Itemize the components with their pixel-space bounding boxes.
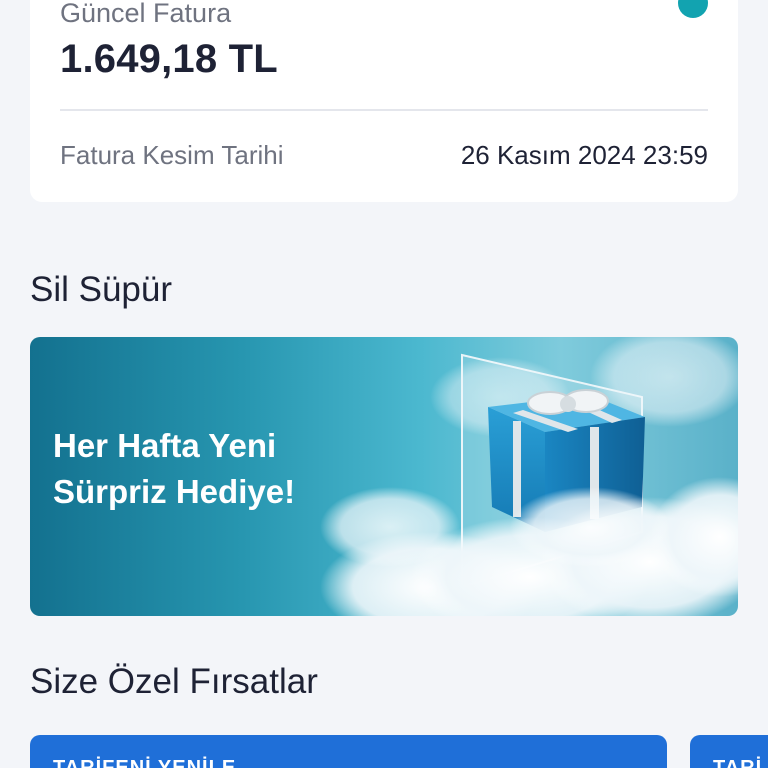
info-icon[interactable]	[678, 0, 708, 18]
banner-line-2: Sürpriz Hediye!	[53, 473, 296, 510]
offer-card-label: TARİ	[713, 757, 763, 768]
section-title-offers: Size Özel Fırsatlar	[30, 662, 318, 701]
offer-card-second[interactable]: TARİ	[690, 735, 768, 768]
current-invoice-card[interactable]: Güncel Fatura 1.649,18 TL Fatura Kesim T…	[30, 0, 738, 202]
cut-date-label: Fatura Kesim Tarihi	[60, 140, 284, 170]
section-title-sil-supur: Sil Süpür	[30, 270, 173, 309]
invoice-amount: 1.649,18 TL	[60, 37, 278, 81]
offer-card-renew-tariff[interactable]: TARİFENİ YENİLE	[30, 735, 667, 768]
promo-banner[interactable]: Her Hafta Yeni Sürpriz Hediye!	[30, 337, 738, 616]
card-divider	[60, 109, 708, 111]
offer-card-label: TARİFENİ YENİLE	[53, 757, 237, 768]
cut-date-value: 26 Kasım 2024 23:59	[460, 140, 708, 170]
banner-line-1: Her Hafta Yeni	[53, 427, 277, 464]
banner-headline: Her Hafta Yeni Sürpriz Hediye!	[53, 423, 295, 515]
invoice-title: Güncel Fatura	[60, 0, 232, 28]
